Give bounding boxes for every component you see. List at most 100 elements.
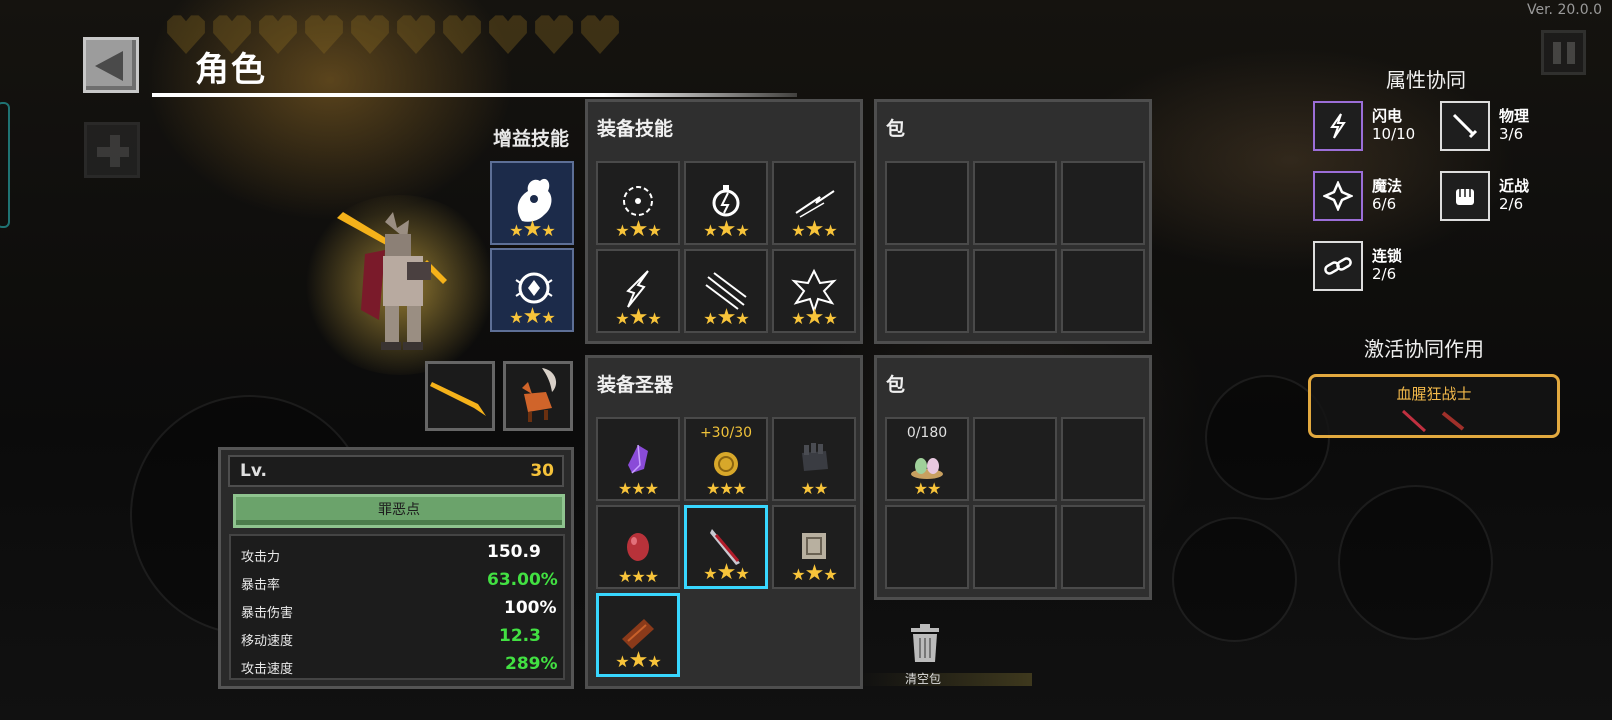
attack-button-bg [1338,485,1493,640]
stat-value: 63.00% [487,570,558,590]
clear-bag-label[interactable]: 清空包 [905,670,941,687]
stat-name: 攻击速度 [241,662,294,677]
synergy-physical[interactable]: 物理 3/6 [1440,101,1550,151]
relic-slot-5[interactable]: ★★★ [684,505,768,589]
level-row: Lv. 30 [228,455,564,487]
synergy-title: 属性协同 [1386,68,1466,92]
slot-stars: ★★★ [615,305,661,330]
buff-slot-1-stars: ★★★ [509,217,555,242]
equip-skill-slot-1[interactable]: ★★★ [596,161,680,245]
synergy-name: 闪电 [1372,107,1403,125]
berserker-weapons-icon [1401,409,1465,433]
page-title: 角色 [195,50,267,90]
buff-slot-1[interactable]: ★★★ [490,161,574,245]
bag-slot[interactable] [885,161,969,245]
back-arrow-icon [95,51,123,81]
synergy-melee[interactable]: 近战 2/6 [1440,171,1550,221]
left-edge-frame [0,102,10,228]
equip-skill-slot-5[interactable]: ★★★ [684,249,768,333]
synergy-count: 3/6 [1499,125,1524,143]
magic-star-icon [1313,171,1363,221]
slot-stars: ★★★ [705,479,747,498]
bag-slot[interactable] [885,505,969,589]
stat-name: 暴击伤害 [241,606,294,621]
pause-button[interactable] [1541,30,1586,75]
bag-slot[interactable] [973,249,1057,333]
level-value: 30 [530,461,554,481]
stat-name: 攻击力 [241,550,281,565]
bag-slot[interactable] [973,161,1057,245]
bag-slot[interactable] [1061,161,1145,245]
active-synergy-card[interactable]: 血腥狂战士 [1308,374,1560,438]
bag-slot[interactable] [1061,249,1145,333]
fox-pet-icon [522,368,557,422]
stats-list: 攻击力 150.9 暴击率 63.00% 暴击伤害 100% 移动速度 12.3… [229,534,565,680]
bag-slot[interactable] [885,249,969,333]
title-underline [152,93,797,97]
bag-slot[interactable] [973,505,1057,589]
synergy-lightning[interactable]: 闪电 10/10 [1313,101,1423,151]
back-button[interactable] [83,37,139,93]
lightning-icon [1313,101,1363,151]
synergy-count: 6/6 [1372,195,1397,213]
equip-skill-slot-3[interactable]: ★★★ [772,161,856,245]
slot-stars: ★★ [913,479,942,498]
relic-coin-count: +30/30 [699,425,753,441]
equip-relics-panel: 装备圣器 ★★★ +30/30 ★★★ ★★ ★★★ ★★★ ★★★ ★★★ [585,355,863,689]
equip-skill-slot-6[interactable]: ★★★ [772,249,856,333]
stat-name: 移动速度 [241,634,294,649]
bag-top-title: 包 [886,118,906,140]
relic-slot-1[interactable]: ★★★ [596,417,680,501]
relic-slot-3[interactable]: ★★ [772,417,856,501]
synergy-chain[interactable]: 连锁 2/6 [1313,241,1423,291]
relic-slot-7[interactable]: ★★★ [596,593,680,677]
bag-item-slot[interactable]: 0/180 ★★ [885,417,969,501]
bag-panel-top: 包 [874,99,1152,344]
hero-character [337,212,447,350]
chain-icon [1313,241,1363,291]
equip-skills-title: 装备技能 [597,118,674,140]
relic-slot-6[interactable]: ★★★ [772,505,856,589]
slot-stars: ★★★ [615,217,661,242]
stat-value: 12.3 [499,626,541,646]
equip-skills-panel: 装备技能 ★★★ ★★★ ★★★ ★★★ ★★★ ★★★ [585,99,863,344]
plus-button[interactable] [84,122,140,178]
trash-icon[interactable] [905,622,945,666]
relic-slot-2[interactable]: +30/30 ★★★ [684,417,768,501]
crystal-icon [628,444,648,474]
buff-slot-2-stars: ★★★ [509,304,555,329]
active-synergy-name: 血腥狂战士 [1396,385,1472,403]
bag-slot[interactable] [1061,417,1145,501]
equip-skill-slot-2[interactable]: ★★★ [684,161,768,245]
clear-bag-bar [860,673,1032,686]
slot-stars: ★★★ [617,479,659,498]
synergy-name: 近战 [1499,177,1530,195]
bag-slot[interactable] [973,417,1057,501]
stat-name: 暴击率 [241,578,281,593]
synergy-name: 物理 [1499,107,1530,125]
slot-stars: ★★★ [615,648,661,673]
equip-skill-slot-4[interactable]: ★★★ [596,249,680,333]
stat-row-move-speed: 移动速度 12.3 [241,624,553,652]
sin-points-button[interactable]: 罪恶点 [233,494,565,528]
bag-bottom-title: 包 [886,374,906,396]
boots-button-bg [1172,517,1297,642]
relic-slot-4[interactable]: ★★★ [596,505,680,589]
version-label: Ver. 20.0.0 [1526,2,1602,18]
synergy-count: 2/6 [1499,195,1524,213]
buff-slot-2[interactable]: ★★★ [490,248,574,332]
buff-skills-label: 增益技能 [493,128,570,150]
slot-stars: ★★★ [617,567,659,586]
pet-slot[interactable] [503,361,573,431]
stat-row-attack-speed: 攻击速度 289% [241,652,558,680]
stat-value: 150.9 [487,542,541,562]
equip-relics-title: 装备圣器 [597,374,674,396]
stat-row-attack: 攻击力 150.9 [241,540,553,568]
synergy-magic[interactable]: 魔法 6/6 [1313,171,1423,221]
weapon-slot[interactable] [425,361,495,431]
slot-stars: ★★ [800,479,829,498]
bag-slot[interactable] [1061,505,1145,589]
egg-icon [627,533,649,561]
active-synergy-title: 激活协同作用 [1364,337,1484,361]
stat-row-crit-damage: 暴击伤害 100% [241,596,557,624]
